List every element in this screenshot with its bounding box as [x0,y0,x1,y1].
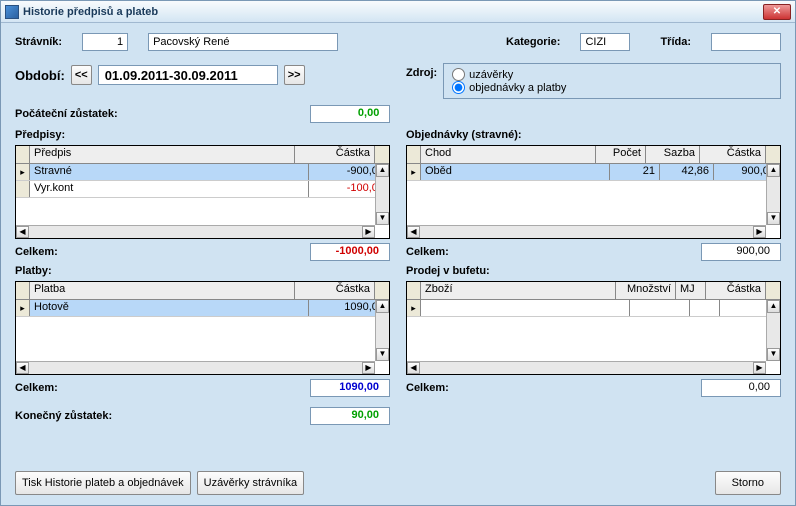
period-value: 01.09.2011-30.09.2011 [98,65,278,85]
window-title: Historie předpisů a plateb [23,6,158,18]
row-marker-icon: ▸ [16,300,30,316]
predpisy-total-label: Celkem: [15,246,58,258]
opening-balance-value: 0,00 [310,105,390,123]
platby-total-label: Celkem: [15,382,58,394]
platby-total-value: 1090,00 [310,379,390,397]
uzaverky-button[interactable]: Uzávěrky strávníka [197,471,305,495]
source-label: Zdroj: [406,67,437,79]
stravnik-id-field[interactable]: 1 [82,33,128,51]
storno-button[interactable]: Storno [715,471,781,495]
close-button[interactable]: ✕ [763,4,791,20]
obj-col-chod[interactable]: Chod [421,146,596,163]
objednavky-total-label: Celkem: [406,246,449,258]
kategorie-label: Kategorie: [506,36,560,48]
trida-field[interactable] [711,33,781,51]
platby-col-castka[interactable]: Částka [295,282,375,299]
row-marker-icon: ▸ [16,164,30,180]
table-row[interactable]: ▸ [407,300,780,317]
period-label: Období: [15,68,65,83]
obj-col-pocet[interactable]: Počet [596,146,646,163]
predpisy-grid[interactable]: Předpis Částka ▸ Stravné -900,00 Vyr.kon… [15,145,390,239]
source-opt-uzaverky[interactable]: uzávěrky [452,68,772,81]
bufet-total-value: 0,00 [701,379,781,397]
bufet-col-zbozi[interactable]: Zboží [421,282,616,299]
table-row[interactable]: ▸ Oběd 21 42,86 900,00 [407,164,780,181]
bufet-title: Prodej v bufetu: [406,265,781,277]
predpisy-col-predpis[interactable]: Předpis [30,146,295,163]
predpisy-title: Předpisy: [15,129,390,141]
radio-uzaverky[interactable] [452,68,465,81]
platby-col-platba[interactable]: Platba [30,282,295,299]
scrollbar-vertical[interactable]: ▲▼ [375,300,389,361]
platby-grid[interactable]: Platba Částka ▸ Hotově 1090,00 ▲▼ ◀▶ [15,281,390,375]
platby-title: Platby: [15,265,390,277]
bufet-total-label: Celkem: [406,382,449,394]
scrollbar-horizontal[interactable]: ◀▶ [16,361,375,374]
table-row[interactable]: ▸ Hotově 1090,00 [16,300,389,317]
scrollbar-horizontal[interactable]: ◀▶ [16,225,375,238]
stravnik-label: Strávník: [15,36,62,48]
objednavky-title: Objednávky (stravné): [406,129,781,141]
table-row[interactable]: Vyr.kont -100,00 [16,181,389,198]
scrollbar-horizontal[interactable]: ◀▶ [407,225,766,238]
closing-balance-label: Konečný zůstatek: [15,410,112,422]
bufet-grid[interactable]: Zboží Množství MJ Částka ▸ [406,281,781,375]
row-marker-icon: ▸ [407,164,421,180]
obj-col-sazba[interactable]: Sazba [646,146,700,163]
source-opt-objednavky[interactable]: objednávky a platby [452,81,772,94]
bufet-col-mnozstvi[interactable]: Množství [616,282,676,299]
closing-balance-value: 90,00 [310,407,390,425]
row-marker-icon: ▸ [407,300,421,316]
objednavky-total-value: 900,00 [701,243,781,261]
obj-col-castka[interactable]: Částka [700,146,766,163]
stravnik-name-field[interactable]: Pacovský René [148,33,338,51]
kategorie-field[interactable]: CIZI [580,33,630,51]
print-button[interactable]: Tisk Historie plateb a objednávek [15,471,191,495]
trida-label: Třída: [660,36,691,48]
scrollbar-horizontal[interactable]: ◀▶ [407,361,766,374]
period-next-button[interactable]: >> [284,65,305,85]
table-row[interactable]: ▸ Stravné -900,00 [16,164,389,181]
scrollbar-vertical[interactable]: ▲▼ [766,300,780,361]
radio-objednavky[interactable] [452,81,465,94]
app-icon [5,5,19,19]
scrollbar-vertical[interactable]: ▲▼ [375,164,389,225]
bufet-col-castka[interactable]: Částka [706,282,766,299]
predpisy-col-castka[interactable]: Částka [295,146,375,163]
objednavky-grid[interactable]: Chod Počet Sazba Částka ▸ Oběd 21 42,86 … [406,145,781,239]
period-prev-button[interactable]: << [71,65,92,85]
opening-balance-label: Počáteční zůstatek: [15,108,118,120]
scrollbar-vertical[interactable]: ▲▼ [766,164,780,225]
bufet-col-mj[interactable]: MJ [676,282,706,299]
predpisy-total-value: -1000,00 [310,243,390,261]
